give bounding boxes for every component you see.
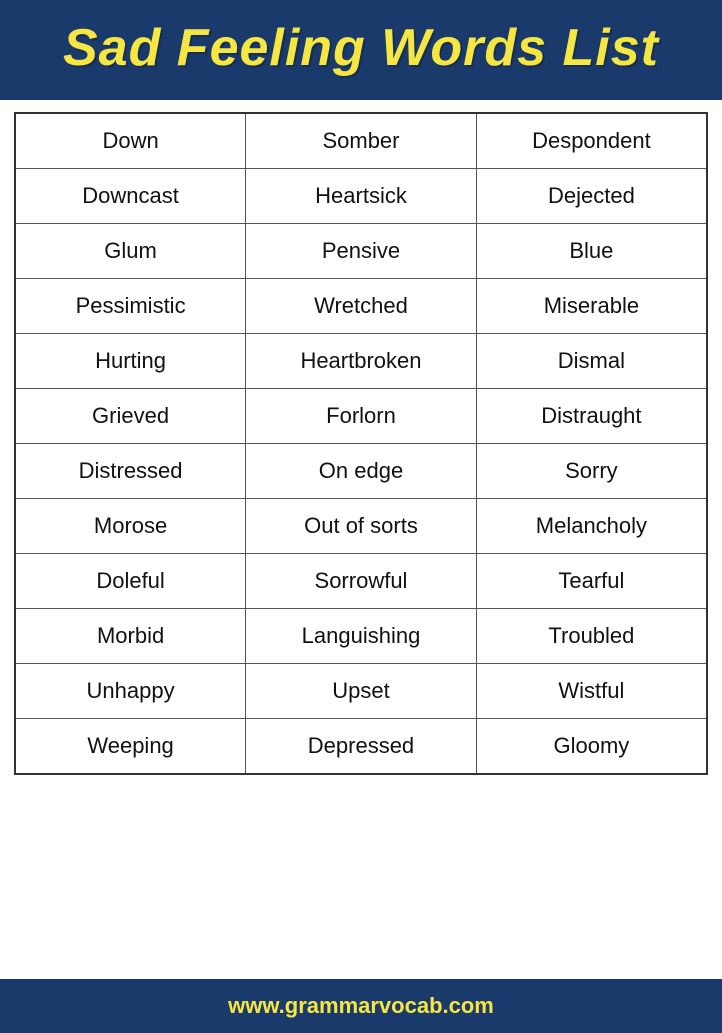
table-cell: Somber bbox=[246, 113, 477, 169]
header: Sad Feeling Words List bbox=[0, 0, 722, 100]
table-cell: Heartsick bbox=[246, 169, 477, 224]
table-cell: Unhappy bbox=[15, 664, 246, 719]
table-row: DownSomberDespondent bbox=[15, 113, 707, 169]
table-cell: Doleful bbox=[15, 554, 246, 609]
table-cell: Grieved bbox=[15, 389, 246, 444]
table-row: MoroseOut of sortsMelancholy bbox=[15, 499, 707, 554]
table-row: DistressedOn edgeSorry bbox=[15, 444, 707, 499]
table-cell: Out of sorts bbox=[246, 499, 477, 554]
footer-url: www.grammarvocab.com bbox=[20, 993, 702, 1019]
table-cell: Distressed bbox=[15, 444, 246, 499]
table-cell: Morbid bbox=[15, 609, 246, 664]
table-cell: Dejected bbox=[476, 169, 707, 224]
table-cell: Blue bbox=[476, 224, 707, 279]
table-cell: Downcast bbox=[15, 169, 246, 224]
footer: www.grammarvocab.com bbox=[0, 979, 722, 1033]
table-row: DolefulSorrowfulTearful bbox=[15, 554, 707, 609]
table-row: WeepingDepressedGloomy bbox=[15, 719, 707, 775]
table-row: HurtingHeartbrokenDismal bbox=[15, 334, 707, 389]
table-cell: Hurting bbox=[15, 334, 246, 389]
table-cell: Depressed bbox=[246, 719, 477, 775]
table-cell: Sorry bbox=[476, 444, 707, 499]
table-cell: Weeping bbox=[15, 719, 246, 775]
table-cell: Wistful bbox=[476, 664, 707, 719]
table-cell: Pensive bbox=[246, 224, 477, 279]
table-cell: Melancholy bbox=[476, 499, 707, 554]
table-row: GlumPensiveBlue bbox=[15, 224, 707, 279]
table-row: DowncastHeartsickDejected bbox=[15, 169, 707, 224]
table-cell: Heartbroken bbox=[246, 334, 477, 389]
table-cell: Sorrowful bbox=[246, 554, 477, 609]
table-cell: Despondent bbox=[476, 113, 707, 169]
table-row: MorbidLanguishingTroubled bbox=[15, 609, 707, 664]
table-cell: Miserable bbox=[476, 279, 707, 334]
table-cell: Tearful bbox=[476, 554, 707, 609]
table-row: UnhappyUpsetWistful bbox=[15, 664, 707, 719]
words-table: DownSomberDespondentDowncastHeartsickDej… bbox=[14, 112, 708, 775]
table-cell: Languishing bbox=[246, 609, 477, 664]
page-title: Sad Feeling Words List bbox=[20, 18, 702, 78]
table-cell: Upset bbox=[246, 664, 477, 719]
table-cell: Gloomy bbox=[476, 719, 707, 775]
table-cell: Glum bbox=[15, 224, 246, 279]
table-cell: Troubled bbox=[476, 609, 707, 664]
table-cell: Down bbox=[15, 113, 246, 169]
table-cell: Forlorn bbox=[246, 389, 477, 444]
table-cell: Pessimistic bbox=[15, 279, 246, 334]
table-cell: Distraught bbox=[476, 389, 707, 444]
table-row: GrievedForlornDistraught bbox=[15, 389, 707, 444]
table-cell: Wretched bbox=[246, 279, 477, 334]
table-cell: Morose bbox=[15, 499, 246, 554]
table-container: DownSomberDespondentDowncastHeartsickDej… bbox=[0, 100, 722, 979]
table-cell: Dismal bbox=[476, 334, 707, 389]
table-cell: On edge bbox=[246, 444, 477, 499]
table-row: PessimisticWretchedMiserable bbox=[15, 279, 707, 334]
